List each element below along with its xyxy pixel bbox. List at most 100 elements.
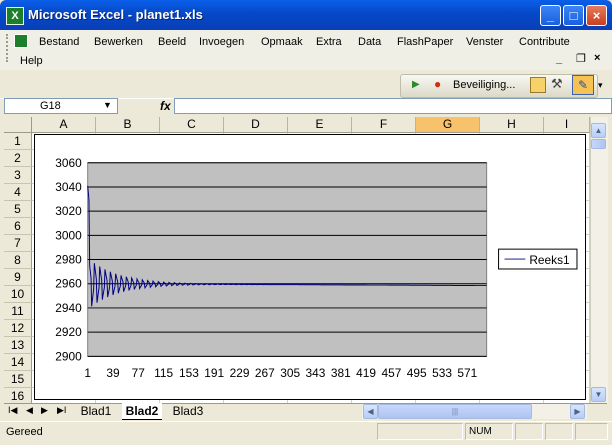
- num-lock-indicator: NUM: [465, 423, 513, 440]
- row-header-14[interactable]: 14: [4, 354, 32, 371]
- play-icon[interactable]: ▶: [412, 79, 420, 90]
- menu-flashpaper[interactable]: FlashPaper: [397, 36, 453, 48]
- doc-minimize-button[interactable]: _: [556, 53, 562, 65]
- document-icon[interactable]: [14, 34, 28, 48]
- doc-close-button[interactable]: ×: [594, 52, 600, 64]
- row-header-11[interactable]: 11: [4, 303, 32, 320]
- scroll-down-button[interactable]: ▼: [591, 387, 606, 402]
- toolbar-options-icon[interactable]: ▾: [598, 80, 603, 91]
- y-tick-label: 3040: [55, 180, 82, 194]
- select-all-corner[interactable]: [4, 117, 32, 133]
- x-tick-label: 267: [255, 366, 275, 380]
- column-header-g[interactable]: G: [416, 117, 480, 133]
- prev-sheet-icon[interactable]: ◀: [26, 405, 33, 416]
- scroll-up-button[interactable]: ▲: [591, 123, 606, 138]
- row-header-4[interactable]: 4: [4, 184, 32, 201]
- column-header-d[interactable]: D: [224, 117, 288, 133]
- y-tick-label: 2900: [55, 349, 82, 363]
- minimize-button[interactable]: _: [540, 5, 561, 26]
- row-header-7[interactable]: 7: [4, 235, 32, 252]
- tab-blad3[interactable]: Blad3: [168, 403, 208, 419]
- row-header-5[interactable]: 5: [4, 201, 32, 218]
- column-header-i[interactable]: I: [544, 117, 590, 133]
- tab-blad2[interactable]: Blad2: [122, 403, 162, 420]
- y-tick-label: 2940: [55, 301, 82, 315]
- y-tick-label: 3000: [55, 228, 82, 242]
- x-tick-label: 153: [179, 366, 199, 380]
- row-header-15[interactable]: 15: [4, 371, 32, 388]
- x-tick-label: 39: [106, 366, 120, 380]
- scroll-right-button[interactable]: ▶: [570, 404, 585, 419]
- menu-data[interactable]: Data: [358, 36, 381, 48]
- row-header-9[interactable]: 9: [4, 269, 32, 286]
- x-tick-label: 115: [154, 366, 173, 380]
- menu-grip[interactable]: [6, 34, 11, 62]
- status-text: Gereed: [6, 426, 43, 438]
- row-header-10[interactable]: 10: [4, 286, 32, 303]
- window-title: Microsoft Excel - planet1.xls: [28, 7, 203, 22]
- y-tick-label: 2960: [55, 277, 82, 291]
- menu-opmaak[interactable]: Opmaak: [261, 36, 303, 48]
- name-box-dropdown-icon[interactable]: ▼: [103, 100, 112, 110]
- status-cell: [575, 423, 608, 440]
- horizontal-scroll-thumb[interactable]: |||: [378, 404, 532, 419]
- row-header-2[interactable]: 2: [4, 150, 32, 167]
- x-tick-label: 229: [230, 366, 250, 380]
- row-header-3[interactable]: 3: [4, 167, 32, 184]
- x-tick-label: 533: [432, 366, 452, 380]
- row-header-8[interactable]: 8: [4, 252, 32, 269]
- menu-help[interactable]: Help: [20, 55, 43, 67]
- x-tick-label: 457: [381, 366, 401, 380]
- x-tick-label: 1: [84, 366, 91, 380]
- design-mode-icon[interactable]: ✎: [572, 75, 594, 95]
- first-sheet-icon[interactable]: I◀: [8, 405, 17, 416]
- tools-icon[interactable]: ⚒: [551, 77, 565, 91]
- formula-input[interactable]: [174, 98, 612, 114]
- embedded-chart[interactable]: 3060 3040 3020 3000 2980 2960 2940 2920 2900 1 39…: [34, 134, 586, 400]
- x-tick-label: 191: [204, 366, 224, 380]
- menu-contribute[interactable]: Contribute: [519, 36, 570, 48]
- menu-venster[interactable]: Venster: [466, 36, 503, 48]
- x-tick-label: 77: [132, 366, 146, 380]
- status-cell: [545, 423, 573, 440]
- last-sheet-icon[interactable]: ▶I: [57, 405, 66, 416]
- row-header-12[interactable]: 12: [4, 320, 32, 337]
- menu-extra[interactable]: Extra: [316, 36, 342, 48]
- status-cell: [377, 423, 463, 440]
- tab-blad1[interactable]: Blad1: [76, 403, 116, 419]
- record-icon[interactable]: ●: [434, 77, 441, 91]
- doc-restore-button[interactable]: ❐: [576, 52, 586, 65]
- column-header-h[interactable]: H: [480, 117, 544, 133]
- y-tick-label: 2980: [55, 253, 82, 267]
- menu-invoegen[interactable]: Invoegen: [199, 36, 244, 48]
- name-box-value: G18: [40, 100, 61, 112]
- x-tick-label: 305: [280, 366, 300, 380]
- column-header-b[interactable]: B: [96, 117, 160, 133]
- menu-bewerken[interactable]: Bewerken: [94, 36, 143, 48]
- maximize-button[interactable]: □: [563, 5, 584, 26]
- next-sheet-icon[interactable]: ▶: [41, 405, 48, 416]
- vertical-scrollbar[interactable]: [590, 117, 608, 403]
- column-header-f[interactable]: F: [352, 117, 416, 133]
- legend-label: Reeks1: [529, 253, 570, 267]
- name-box[interactable]: [4, 98, 118, 114]
- menu-beeld[interactable]: Beeld: [158, 36, 186, 48]
- x-tick-label: 381: [331, 366, 351, 380]
- row-header-6[interactable]: 6: [4, 218, 32, 235]
- x-tick-label: 343: [306, 366, 326, 380]
- menu-bestand[interactable]: Bestand: [39, 36, 79, 48]
- security-button[interactable]: Beveiliging...: [453, 79, 515, 91]
- scroll-left-button[interactable]: ◀: [363, 404, 378, 419]
- row-header-1[interactable]: 1: [4, 133, 32, 150]
- y-tick-label: 3060: [55, 156, 82, 170]
- insert-function-icon[interactable]: fx: [160, 99, 171, 113]
- row-header-13[interactable]: 13: [4, 337, 32, 354]
- vb-editor-icon[interactable]: [530, 77, 546, 93]
- column-header-c[interactable]: C: [160, 117, 224, 133]
- excel-app-icon[interactable]: X: [6, 7, 24, 25]
- column-header-e[interactable]: E: [288, 117, 352, 133]
- y-tick-label: 3020: [55, 204, 82, 218]
- vertical-scroll-thumb[interactable]: [591, 139, 606, 149]
- close-button[interactable]: ×: [586, 5, 607, 26]
- column-header-a[interactable]: A: [32, 117, 96, 133]
